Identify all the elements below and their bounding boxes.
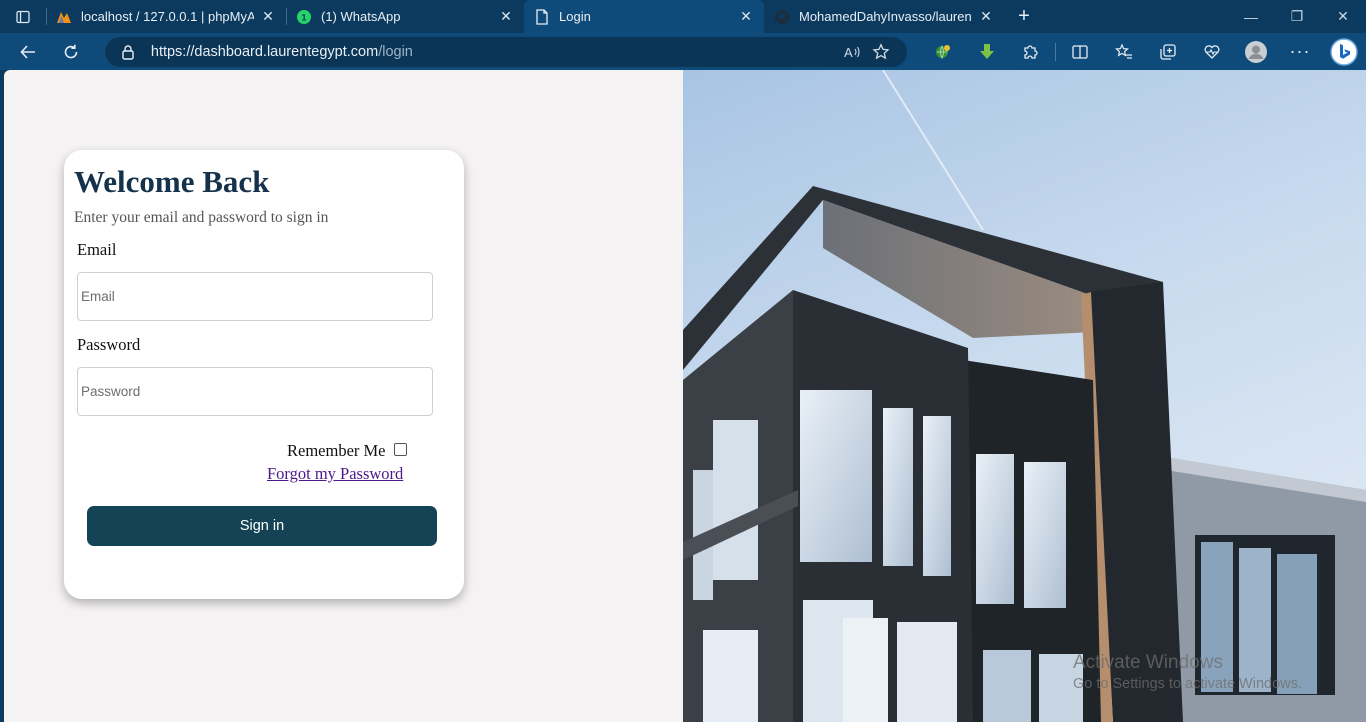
tab-actions-button[interactable] <box>0 0 46 33</box>
collections-button[interactable] <box>1146 33 1190 70</box>
profile-button[interactable] <box>1234 33 1278 70</box>
refresh-button[interactable] <box>49 33 92 70</box>
page-title: Welcome Back <box>74 164 270 199</box>
split-screen-icon <box>1072 44 1088 59</box>
favorite-star-icon[interactable] <box>867 42 895 61</box>
tab-title: (1) WhatsApp <box>321 9 401 24</box>
globe-extension-icon <box>935 44 950 59</box>
sign-in-button[interactable]: Sign in <box>87 506 437 546</box>
phpmyadmin-icon <box>56 9 72 25</box>
tab-phpmyadmin[interactable]: localhost / 127.0.0.1 | phpMyAdm ✕ <box>46 0 286 33</box>
bing-copilot-button[interactable] <box>1322 33 1366 70</box>
close-tab-icon[interactable]: ✕ <box>738 8 754 25</box>
close-tab-icon[interactable]: ✕ <box>498 8 514 25</box>
tab-actions-icon <box>16 10 30 23</box>
svg-text:A: A <box>844 45 853 60</box>
heart-pulse-icon <box>1204 44 1220 59</box>
forgot-password-link[interactable]: Forgot my Password <box>267 464 403 484</box>
browser-essentials-button[interactable] <box>1190 33 1234 70</box>
email-label: Email <box>77 240 117 259</box>
login-card: Welcome Back Enter your email and passwo… <box>64 150 464 599</box>
tab-title: MohamedDahyInvasso/laurentda <box>799 9 972 24</box>
back-button[interactable] <box>6 33 49 70</box>
back-arrow-icon <box>20 44 35 59</box>
close-tab-icon[interactable]: ✕ <box>260 8 276 25</box>
extension-button[interactable] <box>921 33 965 70</box>
svg-text:1: 1 <box>301 12 306 22</box>
avatar-icon <box>1244 40 1267 63</box>
tab-title: Login <box>559 9 591 24</box>
close-tab-icon[interactable]: ✕ <box>978 8 994 25</box>
toolbar-extensions: ··· <box>921 33 1366 70</box>
password-label: Password <box>77 335 141 354</box>
email-field[interactable] <box>77 272 433 321</box>
favorites-button[interactable] <box>1102 33 1146 70</box>
url-host: https://dashboard.laurentegypt.com <box>150 43 379 60</box>
puzzle-icon <box>1024 44 1038 59</box>
remember-me-row: Remember Me <box>287 441 407 461</box>
tab-github[interactable]: MohamedDahyInvasso/laurentda ✕ <box>764 0 1004 33</box>
tab-login[interactable]: Login ✕ <box>524 0 764 33</box>
toolbar-separator <box>1054 42 1056 61</box>
window-controls: — ❐ ✕ <box>1228 0 1366 33</box>
extensions-button[interactable] <box>1009 33 1053 70</box>
building-illustration <box>683 70 1366 722</box>
download-manager-button[interactable] <box>965 33 1009 70</box>
minimize-icon[interactable]: — <box>1228 0 1274 33</box>
page-icon <box>534 8 550 25</box>
watermark-subtitle: Go to Settings to activate Windows. <box>1073 676 1302 692</box>
new-tab-button[interactable]: + <box>1004 0 1044 33</box>
remember-me-checkbox[interactable] <box>393 443 407 456</box>
building-photo <box>683 70 1366 722</box>
settings-more-button[interactable]: ··· <box>1278 33 1322 70</box>
tab-strip: localhost / 127.0.0.1 | phpMyAdm ✕ 1 (1)… <box>0 0 1366 33</box>
download-arrow-icon <box>979 43 994 59</box>
split-screen-button[interactable] <box>1058 33 1102 70</box>
lock-icon[interactable] <box>121 44 135 60</box>
refresh-icon <box>64 44 78 58</box>
login-subtitle: Enter your email and password to sign in <box>74 209 329 226</box>
activate-windows-watermark: Activate Windows Go to Settings to activ… <box>1073 652 1302 692</box>
github-icon <box>774 9 790 25</box>
watermark-title: Activate Windows <box>1073 652 1223 673</box>
close-window-icon[interactable]: ✕ <box>1320 0 1366 33</box>
url-text[interactable]: https://dashboard.laurentegypt.com/login <box>151 44 839 60</box>
plus-icon: + <box>1018 5 1030 27</box>
restore-icon[interactable]: ❐ <box>1274 0 1320 33</box>
read-aloud-icon[interactable]: A <box>839 44 867 60</box>
more-dots-icon: ··· <box>1289 41 1311 61</box>
remember-me-label: Remember Me <box>287 441 386 460</box>
address-bar[interactable]: https://dashboard.laurentegypt.com/login… <box>104 36 907 67</box>
favorites-list-icon <box>1115 43 1132 59</box>
page-viewport: Welcome Back Enter your email and passwo… <box>4 70 1366 722</box>
whatsapp-icon: 1 <box>296 9 312 25</box>
bing-icon <box>1330 37 1358 66</box>
tab-title: localhost / 127.0.0.1 | phpMyAdm <box>81 9 254 24</box>
password-field[interactable] <box>77 367 433 416</box>
collections-icon <box>1160 43 1176 60</box>
url-path: /login <box>378 43 413 60</box>
browser-toolbar: https://dashboard.laurentegypt.com/login… <box>0 33 1366 70</box>
tab-whatsapp[interactable]: 1 (1) WhatsApp ✕ <box>286 0 524 33</box>
